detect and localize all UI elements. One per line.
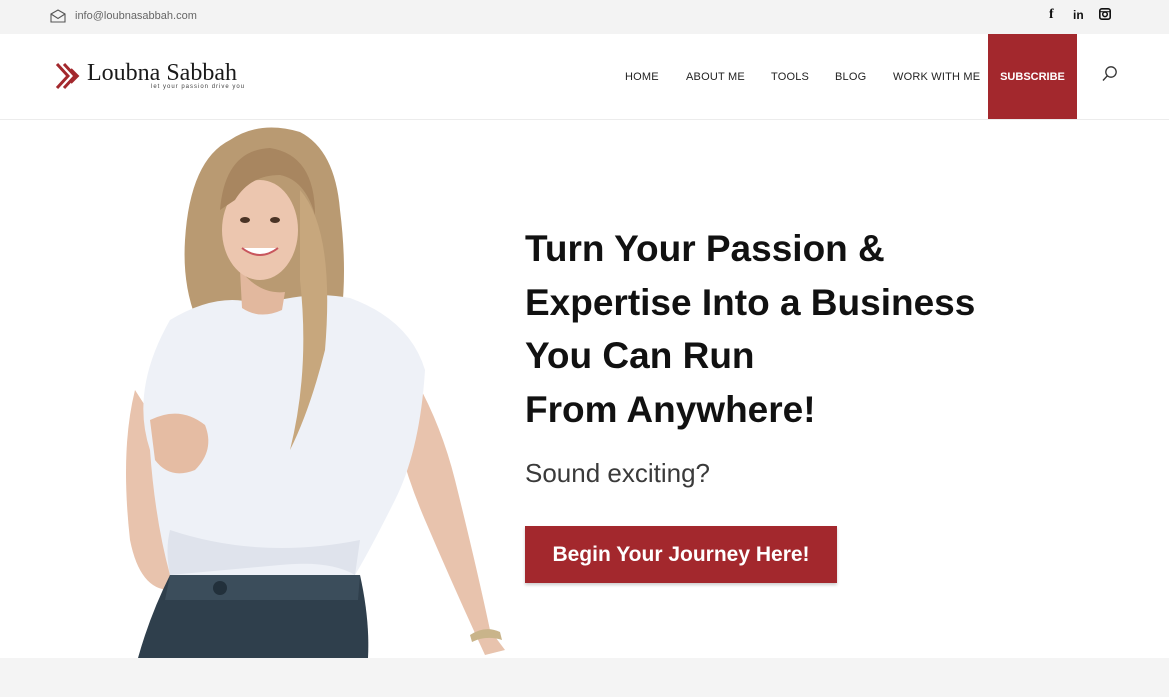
hero-section: Turn Your Passion & Expertise Into a Bus… [0,120,1169,658]
nav-tools[interactable]: TOOLS [771,71,809,83]
logo-tagline: let your passion drive you [151,84,246,90]
site-logo[interactable]: Loubna Sabbah let your passion drive you [55,60,255,94]
headline-line: Expertise Into a Business [525,281,976,323]
logo-chevrons-icon [55,62,80,90]
hero-subhead: Sound exciting? [525,458,711,488]
begin-journey-button[interactable]: Begin Your Journey Here! [525,526,837,583]
top-bar: info@loubnasabbah.com f in [0,0,1169,34]
nav-about-me[interactable]: ABOUT ME [686,71,745,83]
search-icon[interactable] [1101,65,1119,83]
nav-blog[interactable]: BLOG [835,71,866,83]
linkedin-icon[interactable]: in [1073,8,1084,24]
nav-work-with-me[interactable]: WORK WITH ME [893,71,980,83]
facebook-icon[interactable]: f [1049,7,1054,23]
instagram-icon[interactable] [1099,8,1111,20]
hero-headline: Turn Your Passion & Expertise Into a Bus… [525,222,1005,436]
headline-line: From Anywhere! [525,388,816,430]
contact-email[interactable]: info@loubnasabbah.com [75,10,197,22]
subscribe-button[interactable]: SUBSCRIBE [988,34,1077,119]
nav-home[interactable]: HOME [625,71,659,83]
portrait-image [126,127,505,658]
headline-line: You Can Run [525,335,755,376]
site-header: Loubna Sabbah let your passion drive you… [0,34,1169,120]
envelope-icon [50,9,66,23]
logo-name: Loubna Sabbah [87,60,237,86]
headline-line: Turn Your Passion & [525,228,885,269]
